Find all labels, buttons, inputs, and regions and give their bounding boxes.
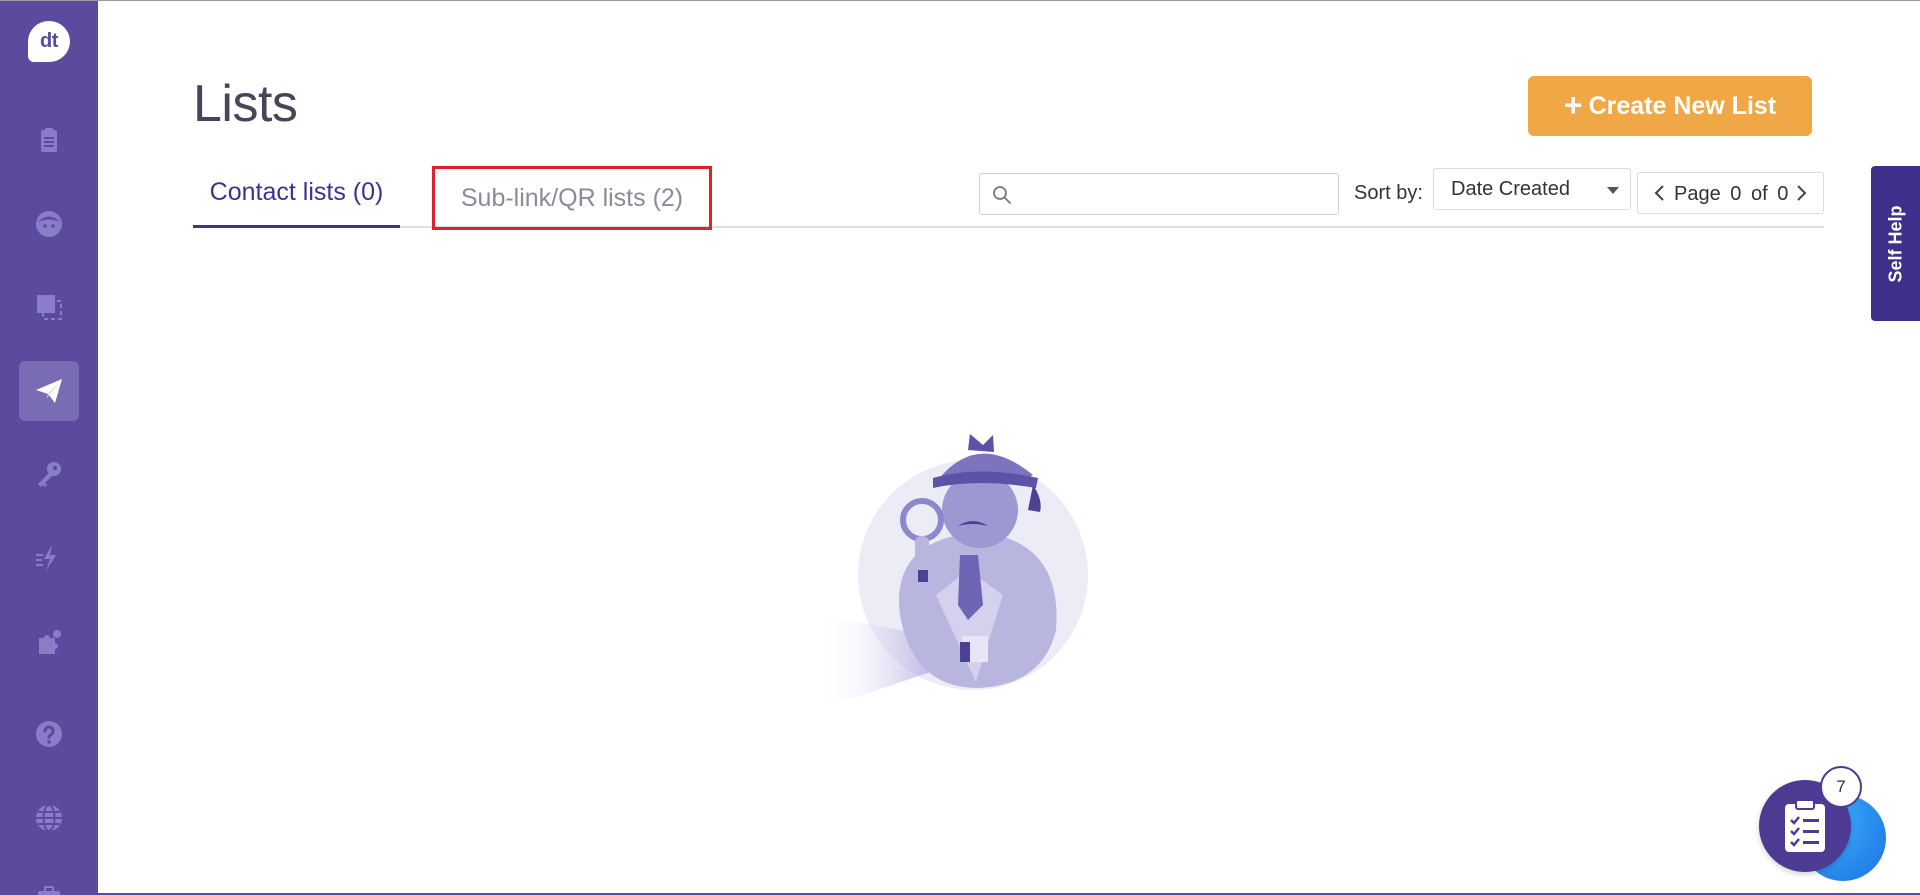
search-box (979, 173, 1339, 215)
paper-plane-icon (36, 379, 62, 403)
tab-sublink-qr-lists-label: Sub-link/QR lists (2) (460, 183, 684, 212)
detective-empty-state-illustration (818, 434, 1088, 710)
sidebar-item-keys[interactable] (19, 444, 79, 504)
self-help-tab[interactable]: Self Help (1871, 166, 1920, 321)
create-new-list-button[interactable]: + Create New List (1528, 76, 1812, 136)
face-icon (36, 211, 62, 237)
create-new-list-label: Create New List (1588, 91, 1777, 120)
checklist-icon (1785, 799, 1825, 852)
sort-by-select[interactable]: Date Created (1433, 168, 1631, 210)
sidebar-item-language[interactable] (19, 788, 79, 848)
app-logo[interactable]: dt (28, 21, 70, 62)
chevron-left-icon[interactable] (1650, 183, 1670, 203)
briefcase-icon (38, 886, 60, 895)
page-title: Lists (193, 75, 298, 133)
page-label: Page (1674, 183, 1721, 205)
sidebar-item-help[interactable] (19, 704, 79, 764)
sidebar-item-templates[interactable] (19, 277, 79, 337)
tab-contact-lists-label: Contact lists (0) (209, 178, 384, 206)
tab-sublink-qr-lists[interactable]: Sub-link/QR lists (2) (432, 166, 712, 230)
sidebar-item-automations[interactable] (19, 528, 79, 588)
search-input[interactable] (1020, 174, 1330, 214)
sidebar: dt (0, 1, 98, 895)
search-icon (993, 186, 1011, 204)
caret-down-icon (1607, 187, 1619, 194)
sidebar-item-work[interactable] (19, 867, 79, 895)
layers-icon (37, 295, 62, 320)
puzzle-icon (39, 630, 61, 654)
sidebar-item-distribute[interactable] (19, 361, 79, 421)
sidebar-item-surveys[interactable] (19, 110, 79, 170)
top-border (0, 0, 1920, 1)
key-icon (38, 462, 61, 487)
pagination: Page 0 of 0 (1637, 172, 1824, 214)
plus-icon: + (1563, 86, 1583, 123)
task-count-badge: 7 (1820, 766, 1862, 808)
globe-icon (36, 804, 62, 832)
help-icon (36, 721, 62, 747)
sort-by-value: Date Created (1451, 178, 1570, 200)
logo-text: dt (40, 30, 58, 52)
tab-contact-lists[interactable]: Contact lists (0) (193, 178, 400, 228)
page-indicator: Page 0 of 0 (1674, 183, 1792, 206)
sidebar-item-contacts[interactable] (19, 194, 79, 254)
page-total: 0 (1777, 183, 1789, 205)
clipboard-icon (41, 128, 57, 152)
sidebar-item-integrations[interactable] (19, 612, 79, 672)
self-help-label: Self Help (1885, 204, 1905, 283)
active-tab-indicator (193, 225, 400, 228)
lightning-icon (36, 545, 56, 571)
page-current: 0 (1730, 183, 1742, 205)
chevron-right-icon[interactable] (1791, 183, 1811, 203)
page-of-label: of (1750, 183, 1768, 205)
sort-by-label: Sort by: (1354, 182, 1423, 204)
